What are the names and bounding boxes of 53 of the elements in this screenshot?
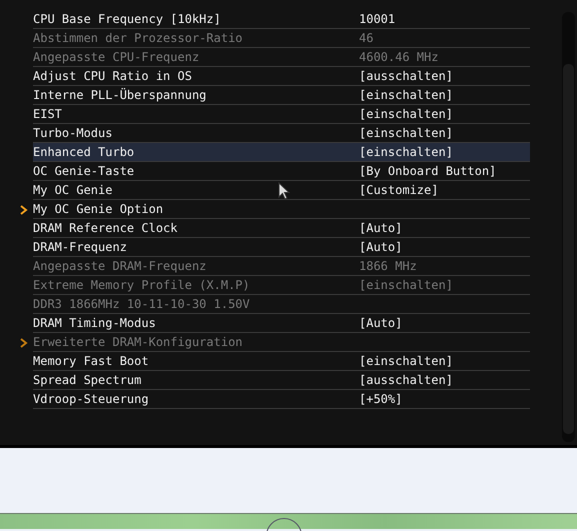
setting-label: OC Genie-Taste [33,164,134,178]
setting-value: [einschalten] [359,354,453,368]
setting-value: [einschalten] [359,107,453,121]
setting-value: [einschalten] [359,278,453,292]
setting-label: Enhanced Turbo [33,145,134,159]
setting-row[interactable]: Enhanced Turbo [einschalten] [33,143,530,162]
mouse-cursor-icon [278,182,290,200]
setting-label: My OC Genie [33,183,112,197]
setting-row[interactable]: Vdroop-Steuerung [+50%] [33,390,530,409]
setting-row[interactable]: DRAM Timing-Modus [Auto] [33,314,530,333]
setting-row[interactable]: Adjust CPU Ratio in OS [ausschalten] [33,67,530,86]
setting-label: Interne PLL-Überspannung [33,88,206,102]
setting-row[interactable]: Interne PLL-Überspannung [einschalten] [33,86,530,105]
setting-label: Adjust CPU Ratio in OS [33,69,192,83]
setting-label: DDR3 1866MHz 10-11-10-30 1.50V [33,297,250,311]
setting-label: Abstimmen der Prozessor-Ratio [33,31,243,45]
setting-value: [Auto] [359,240,402,254]
setting-value: [Auto] [359,221,402,235]
setting-value: 10001 [359,12,396,26]
setting-label: Erweiterte DRAM-Konfiguration [33,335,243,349]
setting-row[interactable]: DRAM-Frequenz [Auto] [33,238,530,257]
setting-label: DRAM Reference Clock [33,221,178,235]
setting-row[interactable]: EIST [einschalten] [33,105,530,124]
setting-label: Angepasste DRAM-Frequenz [33,259,206,273]
setting-label: CPU Base Frequency [10kHz] [33,12,221,26]
setting-value: [Auto] [359,316,402,330]
setting-label: Angepasste CPU-Frequenz [33,50,200,64]
setting-value: 4600.46 MHz [359,50,438,64]
setting-label: DRAM Timing-Modus [33,316,156,330]
setting-value: [Customize] [359,183,438,197]
setting-row[interactable]: OC Genie-Taste [By Onboard Button] [33,162,530,181]
setting-row[interactable]: Spread Spectrum [ausschalten] [33,371,530,390]
setting-value: 46 [359,31,374,45]
setting-value: [+50%] [359,392,402,406]
setting-label: Spread Spectrum [33,373,142,387]
setting-label: Memory Fast Boot [33,354,149,368]
setting-label: Turbo-Modus [33,126,112,140]
setting-value: 1866 MHz [359,259,417,273]
setting-label: My OC Genie Option [33,202,164,216]
setting-label: EIST [33,107,62,121]
setting-value: [By Onboard Button] [359,164,496,178]
setting-value: [ausschalten] [359,373,453,387]
setting-value: [ausschalten] [359,69,453,83]
setting-row[interactable]: Memory Fast Boot [einschalten] [33,352,530,371]
setting-row[interactable]: CPU Base Frequency [10kHz] 10001 [33,10,530,29]
setting-value: [einschalten] [359,126,453,140]
setting-value: [einschalten] [359,145,453,159]
setting-label: Extreme Memory Profile (X.M.P) [33,278,250,292]
setting-row[interactable]: My OC Genie Option [33,200,530,219]
setting-row[interactable]: DRAM Reference Clock [Auto] [33,219,530,238]
setting-label: Vdroop-Steuerung [33,392,149,406]
setting-label: DRAM-Frequenz [33,240,127,254]
setting-value: [einschalten] [359,88,453,102]
